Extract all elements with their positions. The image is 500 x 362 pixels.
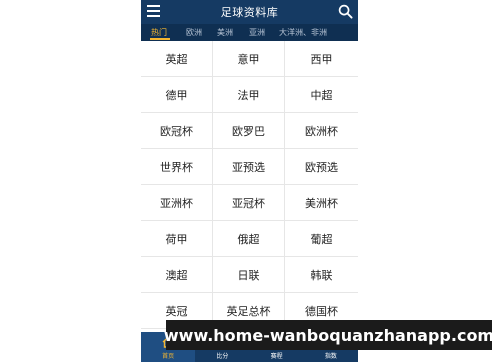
league-cell[interactable]: 中超 — [285, 77, 358, 113]
league-cell[interactable]: 亚洲杯 — [141, 185, 213, 221]
tab-oceania-africa[interactable]: 大洋洲、非洲 — [279, 27, 327, 38]
nav-score-label: 比分 — [216, 353, 229, 360]
league-cell[interactable]: 欧洲杯 — [285, 113, 358, 149]
league-cell[interactable]: 俄超 — [213, 221, 285, 257]
league-cell[interactable]: 欧冠杯 — [141, 113, 213, 149]
league-cell[interactable]: 葡超 — [285, 221, 358, 257]
nav-index-label: 指数 — [324, 353, 337, 360]
tab-hot[interactable]: 热门 — [151, 27, 167, 38]
watermark-banner: www.home-wanboquanzhanapp.com — [164, 320, 494, 350]
league-cell[interactable]: 世界杯 — [141, 149, 213, 185]
league-cell[interactable]: 亚预选 — [213, 149, 285, 185]
page-title: 足球资料库 — [220, 6, 279, 19]
search-icon[interactable] — [338, 4, 353, 19]
tab-europe[interactable]: 欧洲 — [186, 27, 202, 38]
league-cell[interactable]: 德甲 — [141, 77, 213, 113]
league-cell[interactable]: 亚冠杯 — [213, 185, 285, 221]
nav-schedule-label: 赛程 — [270, 353, 283, 360]
active-tab-indicator — [150, 38, 170, 40]
league-cell[interactable]: 美洲杯 — [285, 185, 358, 221]
league-cell[interactable]: 澳超 — [141, 257, 213, 293]
league-cell[interactable]: 英超 — [141, 41, 213, 77]
top-bar: 足球资料库 — [141, 0, 358, 24]
tab-americas[interactable]: 美洲 — [217, 27, 233, 38]
nav-home-label: 首页 — [162, 353, 175, 360]
tab-asia[interactable]: 亚洲 — [249, 27, 265, 38]
league-cell[interactable]: 欧预选 — [285, 149, 358, 185]
league-grid: 英超 意甲 西甲德甲 法甲 中超欧冠杯 欧罗巴 欧洲杯世界杯 亚预选 欧预选亚洲杯 亚冠杯 美洲杯荷… — [141, 41, 358, 329]
league-cell[interactable]: 韩联 — [285, 257, 358, 293]
league-cell[interactable]: 欧罗巴 — [213, 113, 285, 149]
league-cell[interactable]: 荷甲 — [141, 221, 213, 257]
league-cell[interactable]: 法甲 — [213, 77, 285, 113]
app-screen: 足球资料库 热门 欧洲 美洲 亚洲 大洋洲、非洲 英超 意甲 西甲德甲 法甲 中超欧冠杯… — [141, 0, 358, 362]
league-cell[interactable]: 意甲 — [213, 41, 285, 77]
league-cell[interactable]: 日联 — [213, 257, 285, 293]
category-tabs: 热门 欧洲 美洲 亚洲 大洋洲、非洲 — [141, 24, 358, 41]
league-cell[interactable]: 西甲 — [285, 41, 358, 77]
